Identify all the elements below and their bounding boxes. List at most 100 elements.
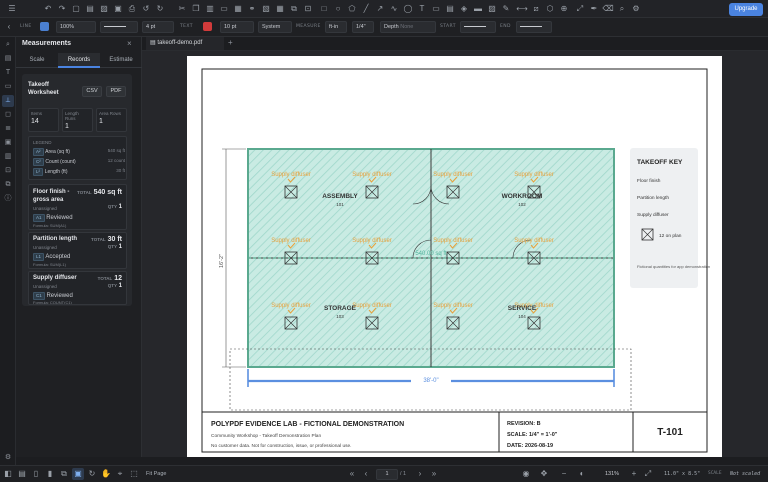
add-tab-button[interactable]: +	[228, 38, 233, 47]
select-tool-icon[interactable]: ⌖	[114, 468, 126, 480]
line-tool-icon[interactable]: ╱	[360, 3, 372, 15]
pan-icon[interactable]: ✥	[538, 468, 550, 480]
record-qty[interactable]: 1	[119, 244, 122, 250]
line-color-swatch[interactable]	[40, 22, 49, 31]
fit-icon[interactable]: ▣	[72, 468, 84, 480]
rotate-icon[interactable]: ↻	[86, 468, 98, 480]
stamp-tool-icon[interactable]: ◈	[458, 3, 470, 15]
group-icon[interactable]: ▦	[232, 3, 244, 15]
ellipse-tool-icon[interactable]: ○	[332, 3, 344, 15]
count-tool-icon[interactable]: ⊕	[558, 3, 570, 15]
measure-perimeter-icon[interactable]: ⬡	[544, 3, 556, 15]
table-icon[interactable]: ▦	[274, 3, 286, 15]
zoom-level[interactable]: 131%	[605, 471, 619, 477]
first-page-icon[interactable]: «	[346, 468, 358, 480]
settings-icon[interactable]: ⚙	[2, 452, 14, 464]
pages-icon[interactable]: ▤	[2, 53, 14, 65]
eraser-icon[interactable]: ⌫	[602, 3, 614, 15]
depth-input[interactable]: Depth None	[380, 21, 436, 33]
sidebar-toggle-icon[interactable]: ◧	[2, 468, 14, 480]
record-qty[interactable]: 1	[119, 204, 122, 210]
measure-unit-select[interactable]: ft-in	[325, 21, 347, 33]
search-icon[interactable]: ⌕	[2, 39, 14, 51]
measure-distance-icon[interactable]: ⟷	[516, 3, 528, 15]
close-icon[interactable]: ×	[127, 39, 132, 48]
undo-icon[interactable]: ↶	[42, 3, 54, 15]
text-icon[interactable]: T	[2, 67, 14, 79]
bookmarks-icon[interactable]: ⊡	[2, 165, 14, 177]
text-tool-icon[interactable]: T	[416, 3, 428, 15]
open-file-icon[interactable]: ▤	[84, 3, 96, 15]
comments-icon[interactable]: ▭	[2, 81, 14, 93]
line-style-select[interactable]	[100, 21, 138, 33]
polyline-tool-icon[interactable]: ∿	[388, 3, 400, 15]
cut-icon[interactable]: ✂	[176, 3, 188, 15]
highlight-tool-icon[interactable]: ▬	[472, 3, 484, 15]
new-file-icon[interactable]: ▢	[70, 3, 82, 15]
end-cap-select[interactable]	[516, 21, 552, 33]
cloud-tool-icon[interactable]: ◯	[402, 3, 414, 15]
redo-icon[interactable]: ↷	[56, 3, 68, 15]
next-page-icon[interactable]: ›	[414, 468, 426, 480]
area-measure-label[interactable]: 540.00 sq ft	[415, 251, 447, 257]
font-select[interactable]: System	[258, 21, 292, 33]
prev-page-icon[interactable]: ‹	[360, 468, 372, 480]
paste-icon[interactable]: ▥	[204, 3, 216, 15]
hand-tool-icon[interactable]: ✋	[100, 468, 112, 480]
record-card[interactable]: Partition length TOTAL 30 ft Unassigned …	[28, 232, 127, 269]
rotate-left-icon[interactable]: ↺	[140, 3, 152, 15]
last-page-icon[interactable]: »	[428, 468, 440, 480]
delete-icon[interactable]: ▭	[218, 3, 230, 15]
rectangle-tool-icon[interactable]: □	[318, 3, 330, 15]
shapes-icon[interactable]: ◻	[2, 109, 14, 121]
record-card[interactable]: Floor finish - gross area TOTAL 540 sq f…	[28, 184, 127, 230]
save-icon[interactable]: ▣	[112, 3, 124, 15]
marquee-icon[interactable]: ⬚	[128, 468, 140, 480]
record-state[interactable]: Accepted	[45, 254, 70, 260]
signature-tool-icon[interactable]: ✎	[500, 3, 512, 15]
upgrade-button[interactable]: Upgrade	[729, 3, 763, 16]
record-state[interactable]: Reviewed	[46, 215, 72, 221]
calibrate-icon[interactable]: ⤢	[574, 3, 586, 15]
tab-records[interactable]: Records	[58, 53, 100, 68]
opacity-select[interactable]: 100%	[56, 21, 96, 33]
layers-icon[interactable]: ≣	[2, 123, 14, 135]
callout-tool-icon[interactable]: ▭	[430, 3, 442, 15]
tab-estimate[interactable]: Estimate	[100, 53, 142, 68]
image-tool-icon[interactable]: ▨	[486, 3, 498, 15]
record-qty[interactable]: 1	[119, 283, 122, 289]
fullscreen-icon[interactable]: ⤢	[642, 468, 654, 480]
arrange-icon[interactable]: ⧉	[288, 3, 300, 15]
thumbnails-icon[interactable]: ▤	[16, 468, 28, 480]
width-measure-label[interactable]: 38'-0"	[423, 378, 438, 384]
record-card[interactable]: Supply diffuser TOTAL 12 Unassigned QTY …	[28, 271, 127, 305]
zoom-in-icon[interactable]: +	[628, 468, 640, 480]
measure-icon[interactable]: ⟂	[2, 95, 14, 107]
arrow-tool-icon[interactable]: ↗	[374, 3, 386, 15]
text-color-swatch[interactable]	[203, 22, 212, 31]
export-csv-button[interactable]: CSV	[82, 86, 102, 97]
forms-icon[interactable]: ▥	[2, 151, 14, 163]
measure-scale-select[interactable]: 1/4"	[352, 21, 374, 33]
stroke-width-input[interactable]: 4 pt	[142, 21, 174, 33]
single-page-icon[interactable]: ▯	[30, 468, 42, 480]
page-input[interactable]: 1	[376, 469, 398, 480]
start-cap-select[interactable]	[460, 21, 496, 33]
collapse-icon[interactable]: ‹	[3, 21, 15, 33]
eye-icon[interactable]: ◉	[520, 468, 532, 480]
link-icon[interactable]: ⚭	[246, 3, 258, 15]
print-icon[interactable]: ⎙	[126, 3, 138, 15]
font-size-input[interactable]: 10 pt	[220, 21, 254, 33]
tab-scale[interactable]: Scale	[16, 53, 58, 68]
zoom-out-icon[interactable]: −	[558, 468, 570, 480]
continuous-icon[interactable]: ⧉	[58, 468, 70, 480]
record-state[interactable]: Reviewed	[46, 293, 72, 299]
settings-icon[interactable]: ⚙	[630, 3, 642, 15]
two-page-icon[interactable]: ▮	[44, 468, 56, 480]
info-icon[interactable]: ⓘ	[2, 193, 14, 205]
note-tool-icon[interactable]: ▤	[444, 3, 456, 15]
export-pdf-button[interactable]: PDF	[106, 86, 126, 97]
measure-area-icon[interactable]: ⧄	[530, 3, 542, 15]
polygon-tool-icon[interactable]: ⬠	[346, 3, 358, 15]
pen-tool-icon[interactable]: ✒	[588, 3, 600, 15]
